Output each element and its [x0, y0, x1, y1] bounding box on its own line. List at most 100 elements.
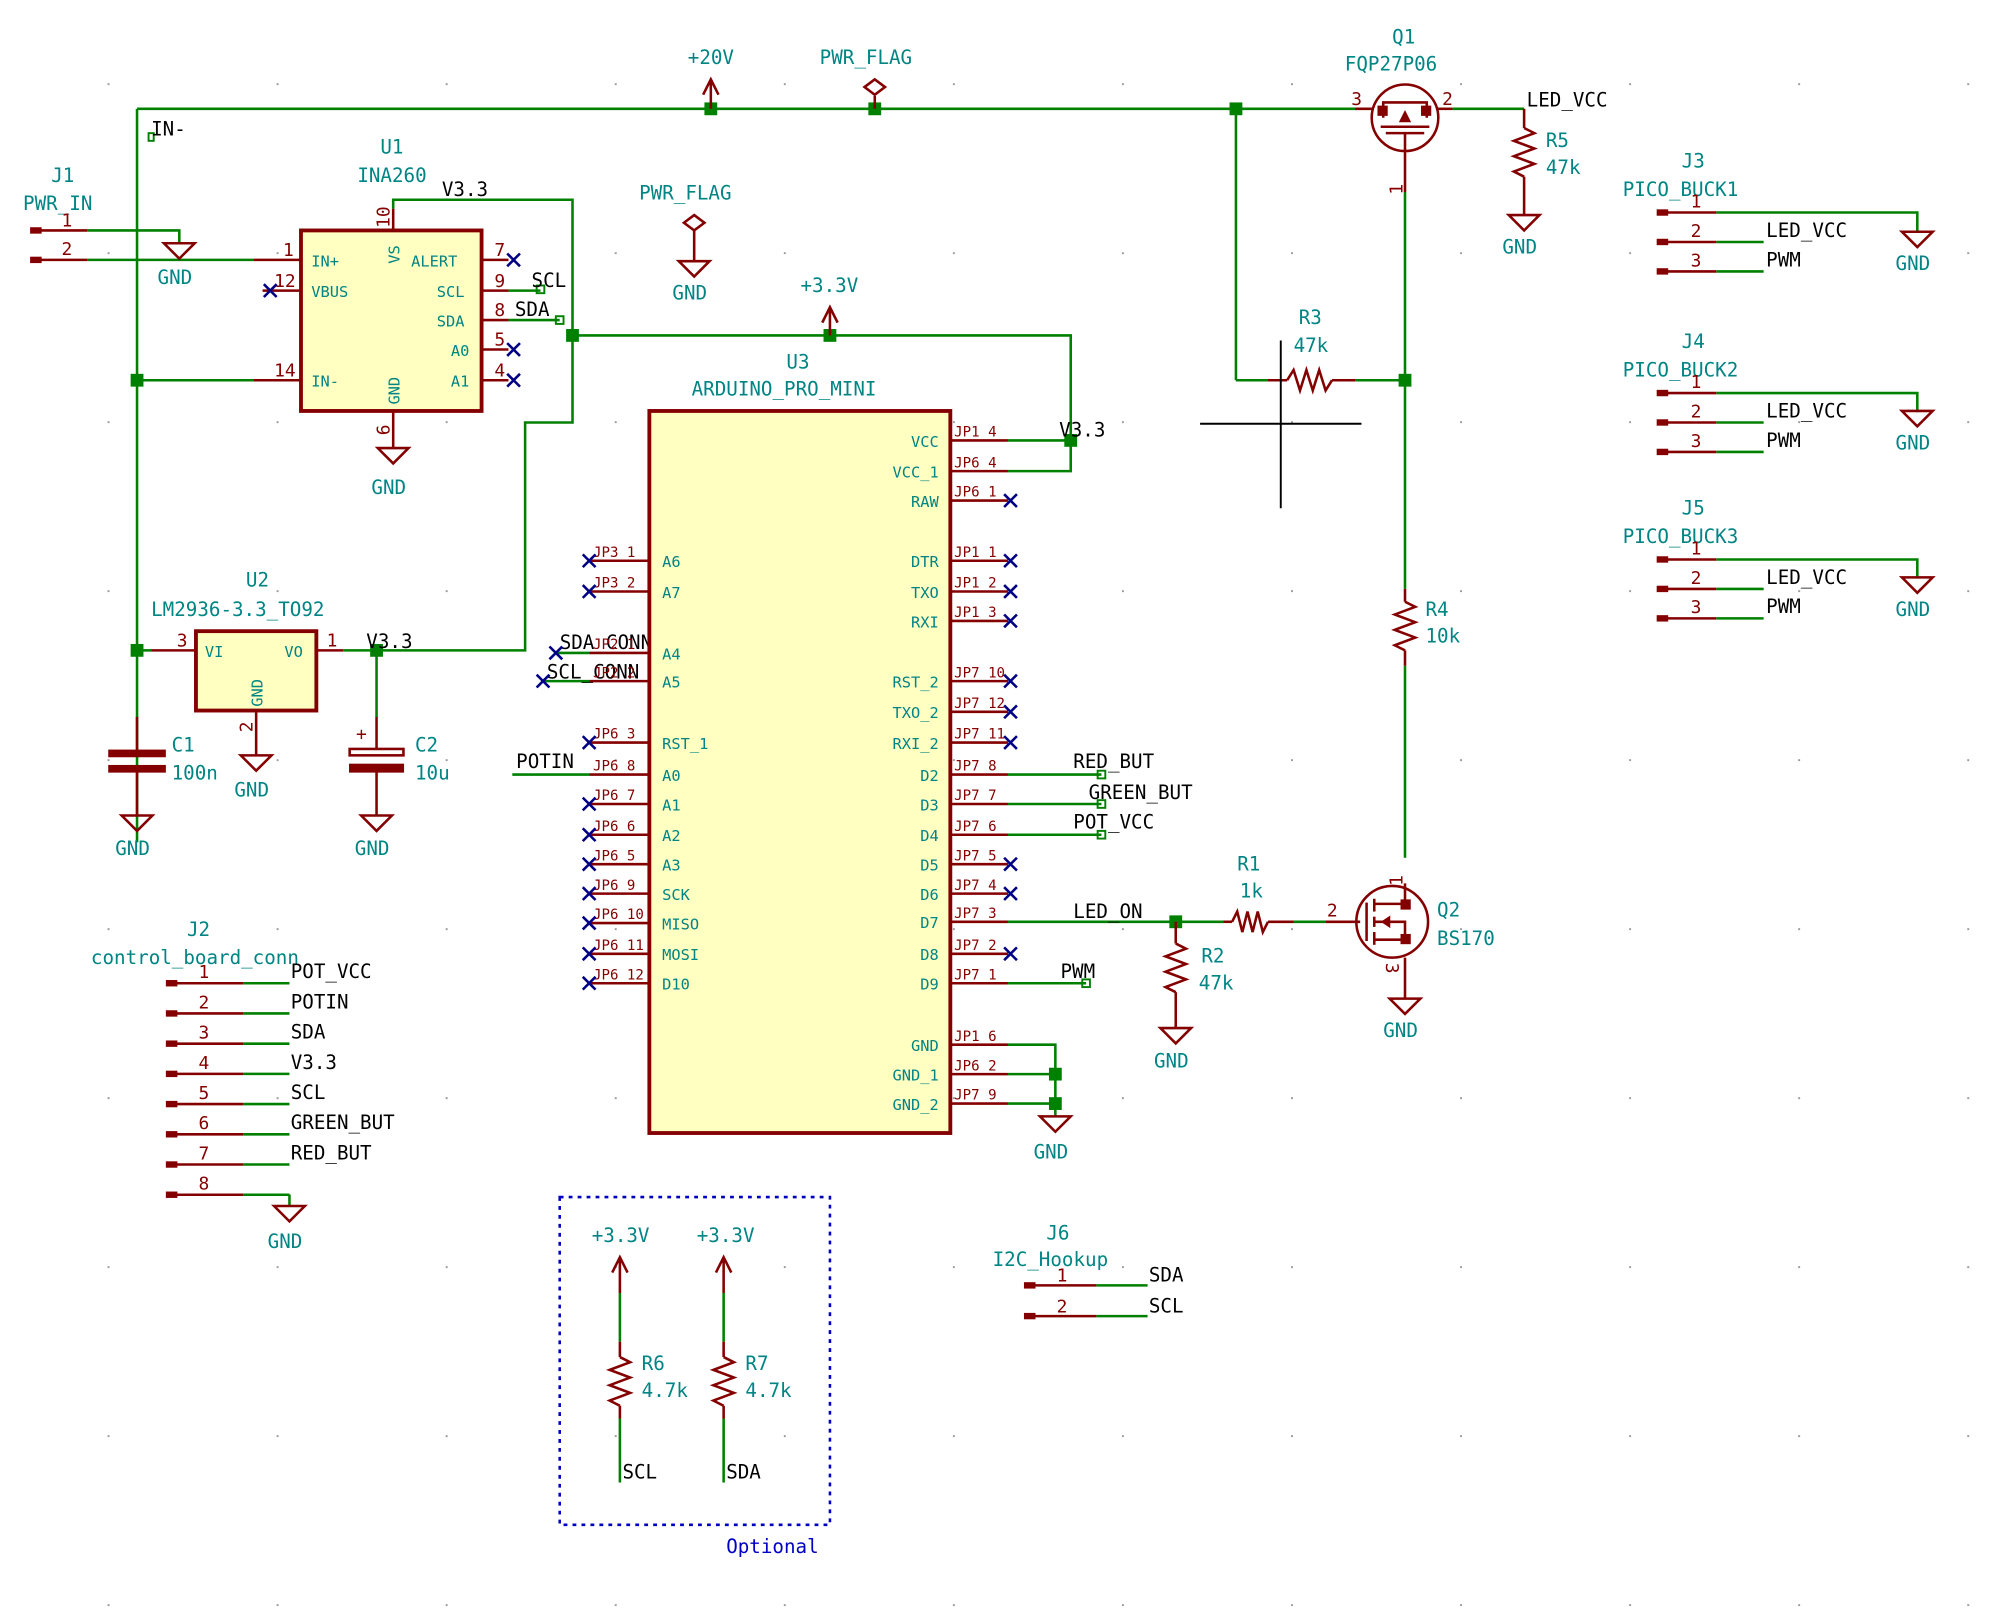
grid-dot: [1967, 759, 1970, 762]
power-3v3-r7[interactable]: +3.3V: [697, 1224, 755, 1294]
r3-ref: R3: [1299, 306, 1322, 329]
j3-value: PICO_BUCK1: [1623, 178, 1739, 201]
gnd-label: GND: [268, 1230, 303, 1253]
r1-value: 1k: [1240, 879, 1264, 902]
j1-value: PWR_IN: [23, 192, 92, 215]
connector-j2[interactable]: J2 control_board_conn 1 POT_VCC 2 POTIN 3 SDA…: [91, 918, 395, 1198]
regulator-u2[interactable]: U2 LM2936-3.3_TO92 VI VO GND 3 1 2: [151, 568, 344, 756]
u3-pin-name: MISO: [662, 915, 699, 933]
grid-dot: [1291, 1604, 1293, 1607]
net-pot-vcc[interactable]: POT_VCC: [1073, 810, 1154, 833]
u1-ref: U1: [380, 136, 403, 159]
j1-pin2-num: 2: [61, 239, 72, 260]
c1-value: 100n: [172, 762, 218, 785]
grid-dot: [276, 1097, 279, 1100]
capacitor-c2[interactable]: + C2 10u: [348, 716, 450, 816]
u3-pin-name: A0: [662, 767, 681, 785]
conn-pin-net[interactable]: PWM: [1766, 248, 1801, 271]
net-led-on[interactable]: LED_ON: [1073, 900, 1142, 923]
j4-ref: J4: [1682, 330, 1705, 353]
conn-pin-net[interactable]: PWM: [1766, 429, 1801, 452]
grid-dot: [614, 1604, 617, 1607]
grid-dot: [1629, 83, 1632, 86]
grid-dot: [1121, 421, 1124, 424]
resistor-r7[interactable]: R7 4.7k: [709, 1341, 792, 1419]
u1-pin-a1: A1: [451, 373, 470, 391]
u3-pin-name: D7: [920, 914, 939, 932]
power-20v[interactable]: +20V: [688, 46, 735, 109]
grid-dot: [107, 421, 110, 424]
net-pwm[interactable]: PWM: [1060, 960, 1095, 983]
net-led-vcc-q1[interactable]: LED_VCC: [1527, 88, 1608, 111]
u3-pin-num: JP7_4: [954, 878, 996, 894]
grid-dot: [614, 928, 617, 931]
grid-dot: [1798, 1266, 1801, 1269]
resistor-r2[interactable]: R2 47k: [1161, 921, 1234, 1029]
j2-pin-net[interactable]: POTIN: [291, 990, 349, 1013]
resistor-r6[interactable]: R6 4.7k: [605, 1341, 689, 1419]
u3-pin-name: D2: [920, 767, 939, 785]
u1-pin-in-plus: IN+: [311, 252, 339, 270]
grid-dot: [276, 1435, 279, 1438]
resistor-r1[interactable]: R1 1k: [1223, 853, 1294, 936]
net-v33-u3[interactable]: V3.3: [1059, 419, 1105, 442]
net-sda-u1[interactable]: SDA: [515, 298, 550, 321]
r7-value: 4.7k: [745, 1379, 792, 1402]
connector-j6[interactable]: J6 I2C_Hookup 1 2: [993, 1221, 1109, 1320]
j2-pin-num: 3: [199, 1023, 210, 1044]
conn-pin-net[interactable]: PWM: [1766, 595, 1801, 618]
mosfet-q2[interactable]: Q2 BS170 2 1 3: [1325, 875, 1495, 999]
pwr-flag-1[interactable]: PWR_FLAG: [820, 46, 912, 109]
power-3v3-r6[interactable]: +3.3V: [592, 1224, 650, 1294]
grid-dot: [445, 83, 448, 86]
net-sda-r7[interactable]: SDA: [726, 1461, 761, 1484]
power-3v3-u3[interactable]: +3.3V: [800, 274, 859, 336]
conn-pin-net[interactable]: LED_VCC: [1766, 219, 1847, 242]
grid-dot: [1967, 928, 1970, 931]
connector-j1[interactable]: J1 PWR_IN 1 2: [23, 164, 92, 264]
j2-pin-net[interactable]: GREEN_BUT: [291, 1111, 395, 1134]
u2-pin-vi: VI: [205, 643, 224, 661]
conn-pin-net[interactable]: LED_VCC: [1766, 399, 1847, 422]
pwr-flag-2[interactable]: PWR_FLAG: [639, 182, 732, 262]
net-v33-u1[interactable]: V3.3: [442, 178, 488, 201]
capacitor-c1[interactable]: C1 100n: [108, 716, 218, 816]
j2-value: control_board_conn: [91, 946, 299, 969]
j2-pin-net[interactable]: V3.3: [291, 1051, 337, 1074]
j2-pin-net[interactable]: SDA: [291, 1021, 326, 1044]
u1-pin-vbus: VBUS: [311, 283, 348, 301]
grid-dot: [1798, 1604, 1801, 1607]
net-v33-u2[interactable]: V3.3: [366, 630, 412, 653]
resistor-r4[interactable]: R4 10k: [1391, 588, 1461, 666]
schematic-canvas[interactable]: J1 PWR_IN 1 2 GND GND GND GND GND GND GND GND GN…: [0, 0, 1998, 1608]
j2-pin-net[interactable]: SCL: [291, 1081, 326, 1104]
net-red-but[interactable]: RED_BUT: [1073, 750, 1154, 773]
u1-pinnum-6: 6: [373, 425, 394, 436]
conn-pin-net[interactable]: LED_VCC: [1766, 566, 1847, 589]
j2-pin-net[interactable]: POT_VCC: [291, 960, 372, 983]
grid-dot: [276, 759, 279, 762]
resistor-r5[interactable]: R5 47k: [1510, 108, 1581, 216]
u2-pinnum-1: 1: [327, 631, 338, 652]
net-scl-u1[interactable]: SCL: [532, 269, 567, 292]
net-sda-j6[interactable]: SDA: [1149, 1264, 1184, 1287]
net-green-but[interactable]: GREEN_BUT: [1089, 781, 1193, 804]
net-in-minus[interactable]: IN-: [151, 118, 186, 141]
grid-dot: [1629, 928, 1632, 931]
u3-pin-num: JP6_9: [593, 878, 635, 894]
net-potin[interactable]: POTIN: [516, 750, 574, 773]
grid-dot: [614, 1435, 617, 1438]
mosfet-q1[interactable]: Q1 FQP27P06 3 2 1: [1345, 26, 1453, 195]
net-scl-j6[interactable]: SCL: [1149, 1294, 1184, 1317]
gnd-label: GND: [1154, 1050, 1189, 1073]
ic-u3-arduino-pro-mini[interactable]: U3 ARDUINO_PRO_MINI A6 JP3_1 A7 JP3_2 A4 JP2_…: [589, 351, 1008, 1135]
u3-pin-num: JP6_6: [593, 819, 635, 835]
grid-dot: [1291, 1266, 1293, 1269]
net-scl-r6[interactable]: SCL: [622, 1461, 657, 1484]
grid-dot: [445, 1435, 448, 1438]
u3-pin-name: A7: [662, 584, 681, 602]
grid-dot: [1798, 759, 1801, 762]
gnd-symbol: GND: [1896, 230, 1936, 275]
u3-pin-num: JP6_2: [954, 1058, 996, 1074]
j2-pin-net[interactable]: RED_BUT: [291, 1141, 372, 1164]
